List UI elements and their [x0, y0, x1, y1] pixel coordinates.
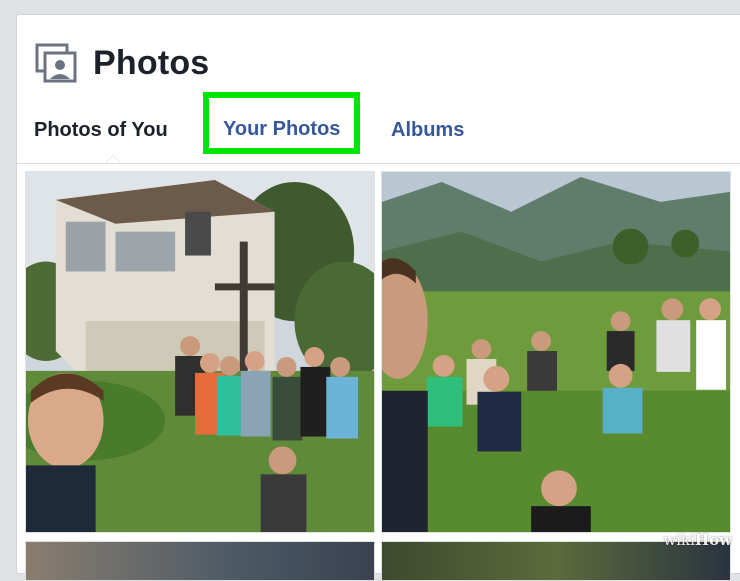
- wikihow-watermark: wikiHow: [663, 531, 732, 549]
- photo-image-2: [382, 172, 730, 532]
- photo-thumbnail-1[interactable]: [25, 171, 375, 533]
- photo-thumbnail-3[interactable]: [25, 541, 375, 581]
- tab-your-photos[interactable]: Your Photos: [203, 92, 361, 154]
- photos-header: Photos: [35, 41, 209, 85]
- active-tab-caret: [105, 155, 121, 163]
- photos-panel: Photos Photos of You Your Photos Albums: [16, 14, 740, 581]
- watermark-wiki: wiki: [663, 531, 695, 549]
- photo-thumbnail-2[interactable]: [381, 171, 731, 533]
- photos-icon: [35, 43, 77, 83]
- watermark-how: How: [694, 531, 732, 549]
- tab-albums[interactable]: Albums: [391, 101, 464, 159]
- photos-tabs: Photos of You Your Photos Albums: [17, 92, 740, 164]
- tab-photos-of-you[interactable]: Photos of You: [34, 101, 168, 159]
- photo-image-1: [26, 172, 374, 532]
- page-title: Photos: [93, 43, 210, 82]
